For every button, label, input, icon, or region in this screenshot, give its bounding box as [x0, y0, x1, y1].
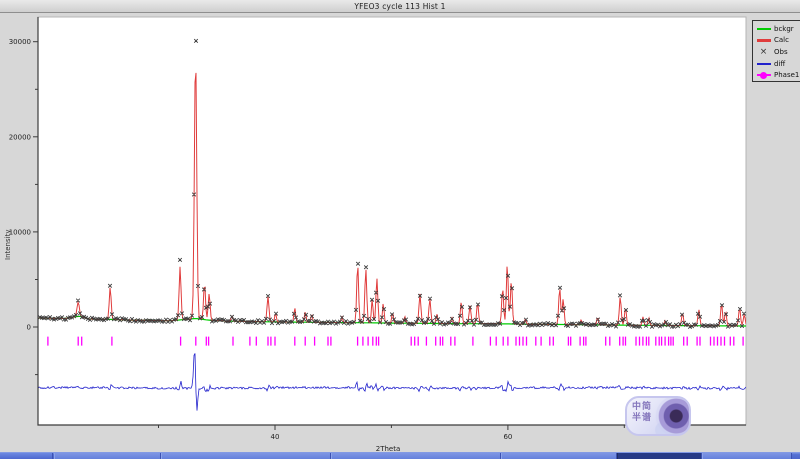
calc-line-icon	[756, 38, 771, 42]
taskbar-button-active[interactable]	[617, 453, 702, 459]
flower-icon	[651, 398, 689, 434]
legend-item-diff: diff	[756, 58, 800, 70]
y-tick-label: 10000	[9, 228, 31, 236]
legend: bckgr Calc × Obs diff Phase1	[752, 20, 800, 82]
taskbar-button[interactable]	[331, 453, 501, 459]
y-axis-label: Intensity	[4, 229, 12, 260]
watermark-badge: 中简 半谱	[625, 396, 691, 436]
chart-area: 0 10000 20000 30000 40 60 Intensity 2Theta bc…	[0, 13, 800, 453]
chart-canvas: 0 10000 20000 30000 40 60	[9, 16, 747, 441]
y-tick-label: 20000	[9, 133, 31, 141]
window-title: YFEO3 cycle 113 Hist 1	[354, 1, 446, 11]
y-tick-label: 30000	[9, 38, 31, 46]
taskbar	[0, 452, 800, 459]
watermark-text: 中简 半谱	[632, 402, 653, 423]
bckgr-line-icon	[756, 27, 771, 30]
phase1-marker-icon	[756, 71, 771, 79]
taskbar-button[interactable]	[54, 453, 161, 459]
obs-x-icon: ×	[759, 46, 768, 57]
taskbar-button[interactable]	[702, 453, 792, 459]
taskbar-button[interactable]	[501, 453, 617, 459]
taskbar-button[interactable]	[161, 453, 331, 459]
diff-line-icon	[756, 62, 771, 65]
legend-item-calc: Calc	[756, 35, 800, 47]
y-tick-label: 0	[27, 324, 31, 332]
legend-item-obs: × Obs	[756, 46, 800, 58]
plot-panel	[37, 16, 747, 426]
x-tick-label: 40	[271, 433, 280, 441]
legend-item-phase1: Phase1	[756, 69, 800, 81]
start-button[interactable]	[0, 453, 53, 459]
window-titlebar[interactable]: YFEO3 cycle 113 Hist 1	[0, 0, 800, 13]
legend-item-bckgr: bckgr	[756, 23, 800, 35]
application-window: YFEO3 cycle 113 Hist 1 0 10000 20000 30000 4…	[0, 0, 800, 459]
x-tick-label: 60	[503, 433, 512, 441]
